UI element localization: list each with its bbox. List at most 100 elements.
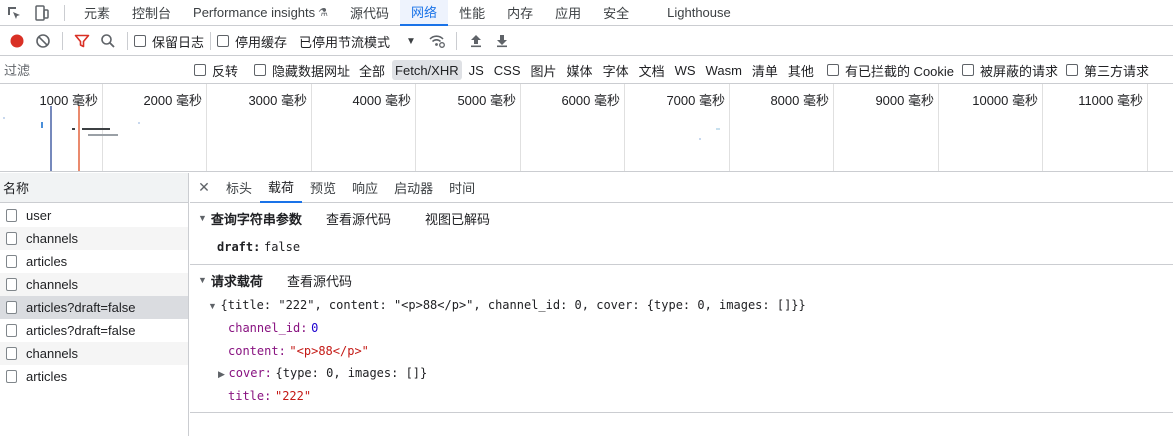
tab-timing[interactable]: 时间	[441, 173, 483, 203]
request-row[interactable]: articles	[0, 365, 188, 388]
tab-label: 内存	[507, 6, 534, 21]
tab-response[interactable]: 响应	[344, 173, 386, 203]
search-icon	[101, 34, 115, 48]
throttling-select[interactable]: 已停用节流模式 ▼	[299, 32, 416, 51]
tab-label: 响应	[352, 181, 379, 196]
checkbox-box[interactable]	[217, 35, 230, 47]
tab-label: 控制台	[132, 6, 172, 21]
name-column-header[interactable]: 名称	[0, 173, 188, 203]
filter-bar: 反转 隐藏数据网址 全部 Fetch/XHR JS CSS 图片 媒体 字体 文…	[0, 57, 1173, 84]
type-filter-fetch-xhr[interactable]: Fetch/XHR	[392, 60, 462, 80]
section-title: 查询字符串参数	[210, 211, 302, 227]
tab-label: 时间	[449, 181, 476, 196]
tab-preview[interactable]: 预览	[302, 173, 344, 203]
checkbox-box[interactable]	[962, 64, 975, 76]
type-filter-other[interactable]: 其他	[785, 60, 817, 80]
hide-data-urls-label: 隐藏数据网址	[272, 63, 351, 79]
tab-label: 安全	[603, 6, 630, 21]
tab-memory[interactable]: 内存	[496, 0, 544, 26]
search-button[interactable]	[95, 28, 121, 54]
request-row[interactable]: channels	[0, 342, 188, 365]
request-detail-panel: ✕ 标头 载荷 预览 响应 启动器 时间 ▼ 查询字符串参数 查看源代码 视图已…	[190, 173, 1173, 436]
tab-payload[interactable]: 载荷	[260, 173, 303, 203]
payload-object-summary[interactable]: ▼ {title: "222", content: "<p>88</p>", c…	[208, 297, 806, 312]
network-conditions-button[interactable]	[424, 28, 450, 54]
file-icon	[6, 370, 17, 383]
type-filter-js[interactable]: JS	[466, 60, 487, 80]
type-filter-wasm[interactable]: Wasm	[703, 60, 745, 80]
close-detail-icon[interactable]: ✕	[190, 179, 218, 196]
tab-headers[interactable]: 标头	[218, 173, 260, 203]
file-icon	[6, 324, 17, 337]
tab-console[interactable]: 控制台	[121, 0, 182, 26]
record-button[interactable]	[4, 28, 30, 54]
toolbar-separator	[210, 32, 212, 50]
tab-performance[interactable]: 性能	[448, 0, 496, 26]
devtools-main-tabbar: 元素 控制台 Performance insights ⚗ 源代码 网络 性能 内…	[0, 0, 1173, 26]
blocked-requests-checkbox[interactable]: 被屏蔽的请求	[962, 61, 1058, 80]
filter-toggle-button[interactable]	[69, 28, 95, 54]
timeline-bars	[3, 106, 720, 171]
tab-label: 源代码	[350, 6, 390, 21]
tab-performance-insights[interactable]: Performance insights ⚗	[182, 0, 339, 26]
resource-type-filters: 全部 Fetch/XHR JS CSS 图片 媒体 字体 文档 WS Wasm …	[354, 60, 819, 80]
throttling-value: 已停用节流模式	[299, 34, 391, 50]
type-filter-ws[interactable]: WS	[672, 60, 699, 80]
tab-label: Lighthouse	[667, 5, 731, 20]
request-bar	[699, 138, 701, 140]
request-payload-section: ▼ 请求载荷 查看源代码 ▼ {title: "222", content: "…	[190, 265, 1173, 412]
tab-lighthouse[interactable]: Lighthouse	[656, 0, 742, 26]
tab-elements[interactable]: 元素	[73, 0, 121, 26]
tab-network[interactable]: 网络	[400, 0, 449, 26]
blocked-cookies-checkbox[interactable]: 有已拦截的 Cookie	[826, 61, 954, 80]
section-divider	[190, 412, 1173, 413]
preserve-log-checkbox[interactable]: 保留日志	[134, 32, 204, 51]
import-har-button[interactable]	[463, 28, 489, 54]
type-filter-img[interactable]: 图片	[528, 60, 560, 80]
third-party-checkbox[interactable]: 第三方请求	[1066, 61, 1149, 80]
request-row[interactable]: articles?draft=false	[0, 319, 188, 342]
tab-label: Performance insights	[193, 5, 316, 20]
request-name: articles?draft=false	[26, 323, 136, 338]
inspect-element-icon[interactable]	[0, 0, 28, 26]
request-row-selected[interactable]: articles?draft=false	[0, 296, 188, 319]
checkbox-box[interactable]	[826, 64, 839, 76]
checkbox-box[interactable]	[194, 64, 206, 76]
checkbox-box[interactable]	[254, 64, 267, 76]
tab-label: 应用	[555, 6, 582, 21]
device-toolbar-icon[interactable]	[28, 0, 56, 26]
disable-cache-checkbox[interactable]: 停用缓存	[217, 32, 287, 51]
request-row[interactable]: articles	[0, 250, 188, 273]
type-filter-font[interactable]: 字体	[600, 60, 632, 80]
network-overview-timeline[interactable]: 1000 毫秒 2000 毫秒 3000 毫秒 4000 毫秒 5000 毫秒 …	[0, 84, 1173, 172]
file-icon	[6, 209, 17, 222]
request-name: channels	[26, 346, 79, 361]
type-filter-media[interactable]: 媒体	[564, 60, 596, 80]
tab-sources[interactable]: 源代码	[339, 0, 400, 26]
view-decoded-link[interactable]: 视图已解码	[425, 209, 490, 228]
request-row[interactable]: user	[0, 204, 188, 227]
query-params-header[interactable]: ▼ 查询字符串参数 查看源代码 视图已解码	[190, 203, 524, 233]
param-key: draft:	[217, 240, 261, 254]
request-payload-header[interactable]: ▼ 请求载荷 查看源代码	[190, 265, 386, 295]
type-filter-doc[interactable]: 文档	[636, 60, 668, 80]
invert-checkbox[interactable]: 反转	[194, 61, 238, 80]
tab-application[interactable]: 应用	[544, 0, 592, 26]
view-source-link[interactable]: 查看源代码	[326, 209, 391, 228]
request-row[interactable]: channels	[0, 227, 188, 250]
tab-security[interactable]: 安全	[592, 0, 640, 26]
tab-initiator[interactable]: 启动器	[386, 173, 441, 203]
payload-property-cover[interactable]: ▶ cover: {type: 0, images: []}	[218, 365, 427, 380]
type-filter-css[interactable]: CSS	[491, 60, 524, 80]
request-row[interactable]: channels	[0, 273, 188, 296]
clear-button[interactable]	[30, 28, 56, 54]
type-filter-manifest[interactable]: 清单	[749, 60, 781, 80]
checkbox-box[interactable]	[134, 35, 146, 47]
export-har-button[interactable]	[489, 28, 515, 54]
hide-data-urls-checkbox[interactable]: 隐藏数据网址	[254, 61, 350, 80]
type-filter-all[interactable]: 全部	[356, 60, 388, 80]
filter-input[interactable]	[0, 59, 180, 81]
view-source-link[interactable]: 查看源代码	[287, 271, 352, 290]
checkbox-box[interactable]	[1066, 64, 1079, 76]
section-title: 请求载荷	[210, 273, 263, 289]
